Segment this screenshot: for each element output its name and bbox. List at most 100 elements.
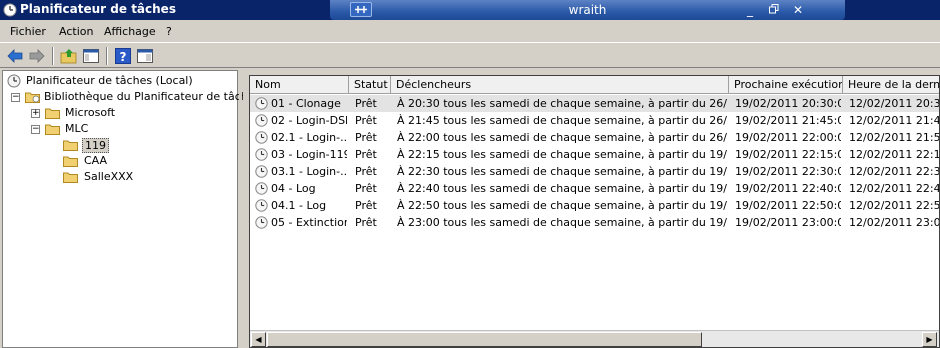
- menu-fichier[interactable]: Fichier: [10, 25, 46, 38]
- tree-node-119[interactable]: 119: [63, 137, 213, 153]
- cell-trigger: À 22:40 tous les samedi de chaque semain…: [397, 182, 727, 195]
- restore-icon[interactable]: [766, 3, 782, 17]
- cell-trigger: À 22:50 tous les samedi de chaque semain…: [397, 199, 727, 212]
- table-row[interactable]: 04.1 - Log Prêt À 22:50 tous les samedi de…: [250, 197, 940, 214]
- table-row[interactable]: 04 - Log Prêt À 22:40 tous les samedi de c…: [250, 180, 940, 197]
- table-row[interactable]: 02 - Login-DSI Prêt À 21:45 tous les samed…: [250, 112, 940, 129]
- toolbar: ?: [0, 42, 940, 68]
- pane-splitter[interactable]: [239, 70, 242, 348]
- cell-next-run: 19/02/2011 20:30:00: [735, 97, 841, 110]
- svg-text:?: ?: [120, 50, 127, 64]
- task-scheduler-icon: [3, 3, 17, 17]
- column-header-last-run[interactable]: Heure de la derni: [843, 76, 939, 94]
- column-header-next-run[interactable]: Prochaine exécution: [729, 76, 843, 94]
- menu-bar: Fichier Action Affichage ?: [0, 20, 940, 42]
- window-title: Planificateur de tâches: [20, 2, 176, 16]
- task-clock-icon: [255, 148, 268, 161]
- cell-last-run: 12/02/2011 22:3: [849, 165, 940, 178]
- tree-node-root[interactable]: Planificateur de tâches (Local): [7, 73, 237, 89]
- menu-help[interactable]: ?: [166, 25, 172, 38]
- collapse-icon[interactable]: −: [31, 125, 40, 134]
- cell-name: 02 - Login-DSI: [271, 114, 347, 127]
- column-header-triggers[interactable]: Déclencheurs: [391, 76, 729, 94]
- back-arrow-icon[interactable]: [6, 47, 24, 65]
- task-clock-icon: [255, 114, 268, 127]
- collapse-icon[interactable]: −: [11, 93, 20, 102]
- list-header: Nom Statut Déclencheurs Prochaine exécut…: [250, 76, 939, 94]
- expand-icon[interactable]: +: [31, 109, 40, 118]
- show-action-pane-icon[interactable]: [136, 47, 154, 65]
- tree-node-library[interactable]: − Bibliothèque du Planificateur de tâche…: [11, 89, 260, 105]
- library-folder-icon: [25, 92, 40, 103]
- folder-icon: [63, 172, 78, 183]
- horizontal-scrollbar[interactable]: ◀ ▶: [250, 330, 939, 347]
- column-header-name[interactable]: Nom: [250, 76, 349, 94]
- tree-node-sallexxx[interactable]: SalleXXX: [63, 169, 213, 185]
- tree-node-microsoft[interactable]: + Microsoft: [31, 105, 231, 121]
- cell-status: Prêt: [355, 216, 377, 229]
- cell-last-run: 12/02/2011 22:5: [849, 199, 940, 212]
- cell-next-run: 19/02/2011 23:00:00: [735, 216, 841, 229]
- cell-status: Prêt: [355, 131, 377, 144]
- tree-label-119: 119: [82, 138, 109, 153]
- task-clock-icon: [255, 182, 268, 195]
- cell-name: 03.1 - Login-...: [271, 165, 347, 178]
- cell-trigger: À 22:00 tous les samedi de chaque semain…: [397, 131, 727, 144]
- cell-name: 05 - Extinction: [271, 216, 347, 229]
- scroll-left-icon[interactable]: ◀: [251, 332, 266, 347]
- folder-icon: [63, 140, 78, 151]
- table-row[interactable]: 05 - Extinction Prêt À 23:00 tous les same…: [250, 214, 940, 231]
- toolbar-separator: [106, 47, 108, 65]
- cell-status: Prêt: [355, 97, 377, 110]
- cell-name: 01 - Clonage: [271, 97, 341, 110]
- table-row[interactable]: 03 - Login-119 Prêt À 22:15 tous les samed…: [250, 146, 939, 163]
- cell-last-run: 12/02/2011 23:0: [849, 216, 940, 229]
- cell-name: 03 - Login-119: [271, 148, 347, 161]
- cell-trigger: À 22:30 tous les samedi de chaque semain…: [397, 165, 727, 178]
- cell-next-run: 19/02/2011 21:45:00: [735, 114, 841, 127]
- task-list: Nom Statut Déclencheurs Prochaine exécut…: [249, 75, 940, 348]
- tree-node-mlc[interactable]: − MLC: [31, 121, 231, 137]
- cell-next-run: 19/02/2011 22:15:00: [735, 148, 841, 161]
- cell-next-run: 19/02/2011 22:50:00: [735, 199, 841, 212]
- cell-next-run: 19/02/2011 22:00:00: [735, 131, 841, 144]
- title-bar: Planificateur de tâches wraith _ ✕: [0, 0, 940, 20]
- cell-status: Prêt: [355, 148, 377, 161]
- table-row[interactable]: 01 - Clonage Prêt À 20:30 tous les samedi …: [250, 95, 940, 112]
- cell-last-run: 12/02/2011 22:4: [849, 182, 940, 195]
- show-hide-tree-icon[interactable]: [82, 47, 100, 65]
- cell-status: Prêt: [355, 199, 377, 212]
- forward-arrow-icon[interactable]: [28, 47, 46, 65]
- cell-last-run: 12/02/2011 21:4: [849, 114, 940, 127]
- task-list-pane: Nom Statut Déclencheurs Prochaine exécut…: [243, 70, 940, 348]
- help-icon[interactable]: ?: [114, 47, 132, 65]
- table-row[interactable]: 02.1 - Login-... Prêt À 22:00 tous les sam…: [250, 129, 940, 146]
- scroll-right-icon[interactable]: ▶: [922, 332, 937, 347]
- task-clock-icon: [255, 97, 268, 110]
- cell-trigger: À 23:00 tous les samedi de chaque semain…: [397, 216, 727, 229]
- tree-label-library: Bibliothèque du Planificateur de tâches: [44, 90, 261, 103]
- tree-node-caa[interactable]: CAA: [63, 153, 213, 169]
- cell-last-run: 12/02/2011 20:3: [849, 97, 940, 110]
- column-header-status[interactable]: Statut: [349, 76, 391, 94]
- minimize-icon[interactable]: _: [742, 3, 758, 17]
- task-clock-icon: [255, 199, 268, 212]
- menu-action[interactable]: Action: [59, 25, 93, 38]
- up-folder-icon[interactable]: [60, 47, 78, 65]
- table-row[interactable]: 03.1 - Login-... Prêt À 22:30 tous les sam…: [250, 163, 940, 180]
- cell-trigger: À 21:45 tous les samedi de chaque semain…: [397, 114, 727, 127]
- scrollbar-thumb[interactable]: [267, 332, 702, 347]
- cell-next-run: 19/02/2011 22:30:00: [735, 165, 841, 178]
- cell-last-run: 12/02/2011 21:5: [849, 131, 940, 144]
- tree-label-sallexxx: SalleXXX: [84, 170, 134, 183]
- cell-name: 02.1 - Login-...: [271, 131, 347, 144]
- task-clock-icon: [255, 216, 268, 229]
- remote-desktop-bar: wraith _ ✕: [330, 0, 845, 20]
- cell-status: Prêt: [355, 182, 377, 195]
- cell-name: 04 - Log: [271, 182, 316, 195]
- close-icon[interactable]: ✕: [790, 3, 806, 17]
- menu-affichage[interactable]: Affichage: [104, 25, 156, 38]
- folder-icon: [45, 108, 60, 119]
- tree-label-caa: CAA: [84, 154, 108, 167]
- cell-status: Prêt: [355, 114, 377, 127]
